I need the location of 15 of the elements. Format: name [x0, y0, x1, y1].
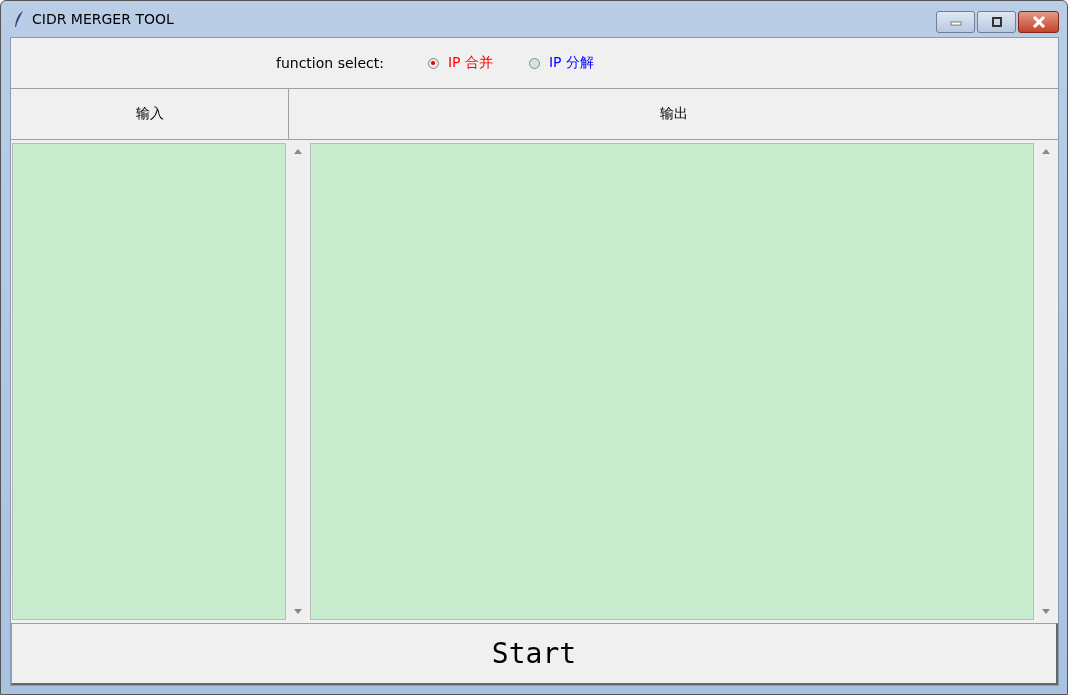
minimize-icon — [949, 18, 962, 26]
radio-option[interactable]: IP 合并 — [427, 54, 493, 72]
window-title: CIDR MERGER TOOL — [32, 11, 174, 27]
close-button[interactable] — [1018, 11, 1059, 33]
feather-icon — [14, 10, 24, 28]
close-icon — [1031, 16, 1046, 28]
pane-heading: 输出 — [659, 105, 688, 123]
pane-heading: 输入 — [135, 105, 164, 123]
start-button[interactable]: Start — [11, 623, 1058, 685]
radio-option[interactable]: IP 分解 — [529, 54, 594, 72]
maximize-button[interactable] — [977, 11, 1016, 33]
radio-button[interactable] — [529, 57, 540, 69]
function-select-label: function select: — [276, 55, 384, 71]
maximize-icon — [990, 17, 1003, 27]
radio-button[interactable] — [427, 57, 439, 69]
